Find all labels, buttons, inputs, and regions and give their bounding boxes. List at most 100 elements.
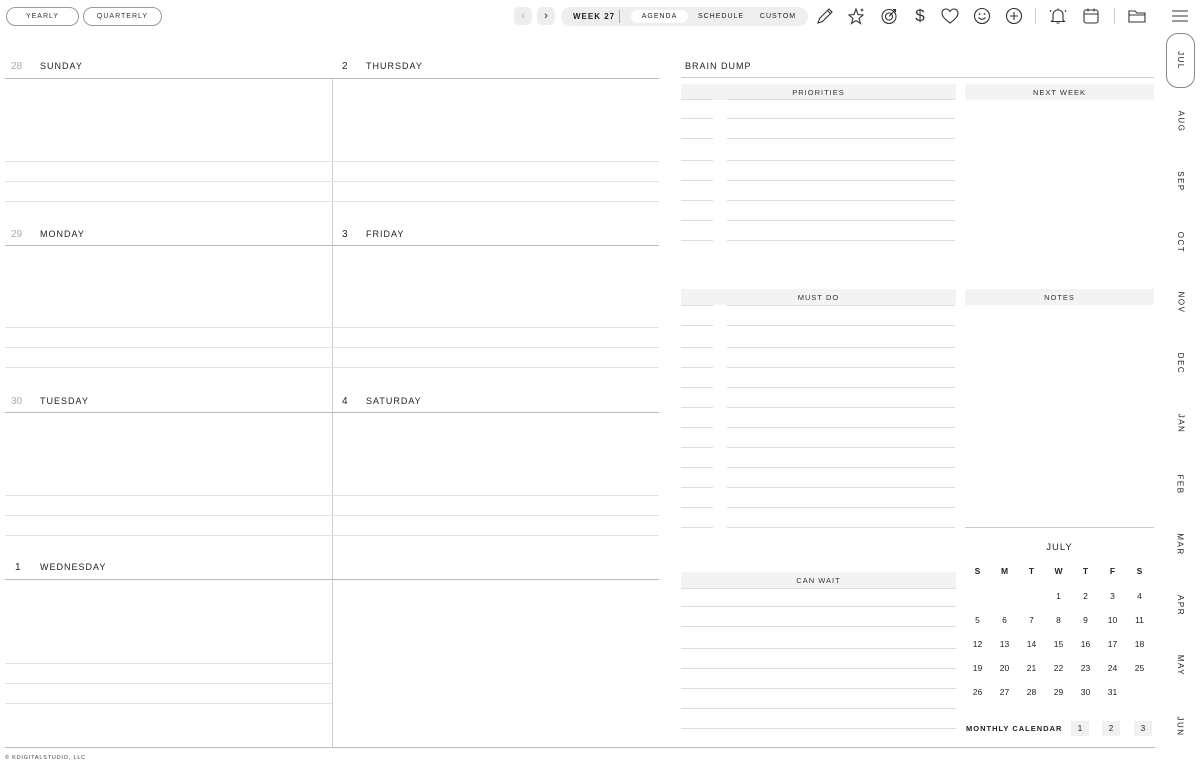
yearly-button[interactable]: YEARLY xyxy=(6,7,79,26)
task-line[interactable] xyxy=(727,467,955,468)
task-line[interactable] xyxy=(727,200,955,201)
task-line[interactable] xyxy=(727,220,955,221)
calendar-day[interactable]: 7 xyxy=(1018,615,1045,625)
smiley-icon[interactable] xyxy=(972,6,992,26)
task-line[interactable] xyxy=(727,407,955,408)
calendar-day[interactable]: 1 xyxy=(1045,591,1072,601)
calendar-day[interactable]: 3 xyxy=(1099,591,1126,601)
calendar-day[interactable]: 15 xyxy=(1045,639,1072,649)
calendar-day[interactable]: 20 xyxy=(991,663,1018,673)
tab-agenda[interactable]: AGENDA xyxy=(631,10,688,23)
checkbox-line[interactable] xyxy=(681,220,713,221)
month-tab-nov[interactable]: NOV xyxy=(1166,275,1195,330)
checkbox-line[interactable] xyxy=(681,99,713,100)
folder-icon[interactable] xyxy=(1127,6,1147,26)
checkbox-line[interactable] xyxy=(681,467,713,468)
monthly-page-1[interactable]: 1 xyxy=(1071,721,1089,736)
task-line[interactable] xyxy=(727,180,955,181)
month-tab-mar[interactable]: MAR xyxy=(1166,517,1195,572)
task-line[interactable] xyxy=(681,588,956,589)
calendar-day[interactable]: 8 xyxy=(1045,615,1072,625)
calendar-day[interactable]: 10 xyxy=(1099,615,1126,625)
day-title-thursday[interactable]: THURSDAY xyxy=(366,61,423,71)
task-line[interactable] xyxy=(727,527,955,528)
task-line[interactable] xyxy=(727,507,955,508)
calendar-day[interactable]: 5 xyxy=(964,615,991,625)
month-tab-may[interactable]: MAY xyxy=(1166,638,1195,693)
dollar-icon[interactable]: $ xyxy=(910,6,930,26)
calendar-day[interactable]: 18 xyxy=(1126,639,1153,649)
calendar-day[interactable]: 12 xyxy=(964,639,991,649)
month-tab-jan[interactable]: JAN xyxy=(1166,396,1195,451)
calendar-day[interactable]: 29 xyxy=(1045,687,1072,697)
calendar-month-title[interactable]: JULY xyxy=(965,542,1154,553)
next-week-button[interactable]: › xyxy=(537,7,555,25)
pencil-icon[interactable] xyxy=(815,6,835,26)
task-line[interactable] xyxy=(727,367,955,368)
plus-circle-icon[interactable] xyxy=(1004,6,1024,26)
task-line[interactable] xyxy=(681,648,956,649)
checkbox-line[interactable] xyxy=(681,367,713,368)
task-line[interactable] xyxy=(727,138,955,139)
calendar-day[interactable]: 31 xyxy=(1099,687,1126,697)
task-line[interactable] xyxy=(681,626,956,627)
quarterly-button[interactable]: QUARTERLY xyxy=(83,7,162,26)
calendar-day[interactable]: 27 xyxy=(991,687,1018,697)
calendar-day[interactable]: 24 xyxy=(1099,663,1126,673)
checkbox-line[interactable] xyxy=(681,325,713,326)
task-line[interactable] xyxy=(727,387,955,388)
checkbox-line[interactable] xyxy=(681,487,713,488)
day-title-saturday[interactable]: SATURDAY xyxy=(366,396,422,406)
calendar-day[interactable]: 23 xyxy=(1072,663,1099,673)
month-tab-jul[interactable]: JUL xyxy=(1166,33,1195,88)
month-tab-oct[interactable]: OCT xyxy=(1166,215,1195,270)
task-line[interactable] xyxy=(727,427,955,428)
task-line[interactable] xyxy=(727,160,955,161)
day-title-tuesday[interactable]: TUESDAY xyxy=(40,396,89,406)
monthly-page-3[interactable]: 3 xyxy=(1134,721,1152,736)
target-icon[interactable] xyxy=(879,6,899,26)
task-line[interactable] xyxy=(727,99,955,100)
prev-week-button[interactable]: ‹ xyxy=(514,7,532,25)
calendar-day[interactable]: 28 xyxy=(1018,687,1045,697)
calendar-day[interactable]: 6 xyxy=(991,615,1018,625)
task-line[interactable] xyxy=(681,708,956,709)
month-tab-sep[interactable]: SEP xyxy=(1166,154,1195,209)
task-line[interactable] xyxy=(727,347,955,348)
checkbox-line[interactable] xyxy=(681,180,713,181)
day-title-friday[interactable]: FRIDAY xyxy=(366,229,404,239)
day-title-sunday[interactable]: SUNDAY xyxy=(40,61,83,71)
checkbox-line[interactable] xyxy=(681,447,713,448)
checkbox-line[interactable] xyxy=(681,527,713,528)
task-line[interactable] xyxy=(681,728,956,729)
calendar-day[interactable]: 13 xyxy=(991,639,1018,649)
calendar-day[interactable]: 16 xyxy=(1072,639,1099,649)
month-tab-apr[interactable]: APR xyxy=(1166,578,1195,633)
checkbox-line[interactable] xyxy=(681,200,713,201)
checkbox-line[interactable] xyxy=(681,305,713,306)
calendar-day[interactable]: 9 xyxy=(1072,615,1099,625)
tab-schedule[interactable]: SCHEDULE xyxy=(694,10,748,23)
month-tab-feb[interactable]: FEB xyxy=(1166,457,1195,512)
calendar-day[interactable]: 4 xyxy=(1126,591,1153,601)
heart-icon[interactable] xyxy=(940,6,960,26)
calendar-day[interactable]: 11 xyxy=(1126,615,1153,625)
task-line[interactable] xyxy=(727,325,955,326)
day-title-monday[interactable]: MONDAY xyxy=(40,229,85,239)
calendar-day[interactable]: 30 xyxy=(1072,687,1099,697)
calendar-day[interactable]: 2 xyxy=(1072,591,1099,601)
calendar-day[interactable]: 26 xyxy=(964,687,991,697)
task-line[interactable] xyxy=(727,305,955,306)
checkbox-line[interactable] xyxy=(681,160,713,161)
calendar-day[interactable]: 19 xyxy=(964,663,991,673)
checkbox-line[interactable] xyxy=(681,387,713,388)
checkbox-line[interactable] xyxy=(681,427,713,428)
calendar-day[interactable]: 14 xyxy=(1018,639,1045,649)
month-tab-jun[interactable]: JUN xyxy=(1166,699,1195,754)
calendar-day[interactable]: 17 xyxy=(1099,639,1126,649)
task-line[interactable] xyxy=(681,688,956,689)
task-line[interactable] xyxy=(681,668,956,669)
checkbox-line[interactable] xyxy=(681,347,713,348)
task-line[interactable] xyxy=(727,487,955,488)
calendar-day[interactable]: 21 xyxy=(1018,663,1045,673)
